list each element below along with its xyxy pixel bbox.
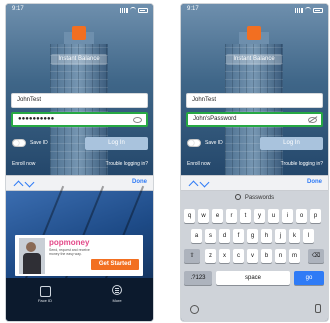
battery-icon (138, 7, 148, 13)
get-started-button[interactable]: Get Started (91, 259, 139, 270)
more-label[interactable]: More (105, 298, 129, 303)
ad-tagline: Send, request and receive money the easy… (49, 248, 90, 256)
trouble-logging-in-link[interactable]: Trouble logging in? (106, 161, 148, 167)
phone-left-login: 9:17 Instant Balance JohnTest ●●●●●●●●●●… (5, 3, 154, 322)
key-icon (234, 194, 241, 201)
status-bar: 9:17 (6, 4, 153, 16)
passwords-suggestion[interactable]: Passwords (245, 195, 274, 201)
key-f[interactable]: f (233, 229, 244, 243)
backspace-key[interactable]: ⌫ (308, 249, 324, 263)
instant-balance-button[interactable]: Instant Balance (51, 54, 107, 65)
key-p[interactable]: p (310, 209, 321, 223)
chevron-up-icon[interactable] (13, 180, 24, 191)
trouble-logging-in-link[interactable]: Trouble logging in? (281, 161, 323, 167)
password-masked-text: ●●●●●●●●●● (18, 116, 55, 122)
key-h[interactable]: h (261, 229, 272, 243)
key-b[interactable]: b (261, 249, 272, 263)
keyboard-accessory-bar: Done (6, 175, 153, 191)
save-id-label: Save ID (30, 140, 48, 146)
done-button[interactable]: Done (132, 179, 147, 185)
bank-logo (247, 26, 261, 40)
username-field[interactable]: JohnTest (186, 93, 323, 108)
key-l[interactable]: l (303, 229, 314, 243)
login-button[interactable]: Log In (85, 137, 148, 150)
ad-person-image (19, 238, 45, 274)
key-a[interactable]: a (191, 229, 202, 243)
ad-brand: popmoney (49, 238, 90, 247)
key-u[interactable]: u (268, 209, 279, 223)
key-r[interactable]: r (226, 209, 237, 223)
space-key[interactable]: space (216, 271, 290, 285)
password-field[interactable]: ●●●●●●●●●● (11, 112, 148, 127)
key-m[interactable]: m (289, 249, 300, 263)
key-e[interactable]: e (212, 209, 223, 223)
signal-icon (120, 7, 128, 13)
popmoney-ad[interactable]: popmoney Send, request and receive money… (15, 235, 143, 276)
save-id-toggle[interactable] (12, 139, 26, 147)
key-k[interactable]: k (289, 229, 300, 243)
enroll-link[interactable]: Enroll now (12, 161, 35, 167)
password-plain-text: John'sPassword (193, 116, 237, 122)
chevron-down-icon[interactable] (199, 177, 210, 188)
key-n[interactable]: n (275, 249, 286, 263)
username-field[interactable]: JohnTest (11, 93, 148, 108)
instant-balance-button[interactable]: Instant Balance (226, 54, 282, 65)
key-d[interactable]: d (219, 229, 230, 243)
key-v[interactable]: v (247, 249, 258, 263)
battery-icon (313, 7, 323, 13)
signal-icon (295, 7, 303, 13)
shift-icon: ⇧ (189, 253, 195, 259)
keyboard-accessory-bar: Done (181, 175, 328, 191)
wifi-icon (305, 7, 311, 13)
key-j[interactable]: j (275, 229, 286, 243)
backspace-icon: ⌫ (311, 253, 321, 259)
microphone-icon[interactable] (315, 304, 321, 313)
done-button[interactable]: Done (307, 179, 322, 185)
key-g[interactable]: g (247, 229, 258, 243)
key-y[interactable]: y (254, 209, 265, 223)
save-id-label: Save ID (205, 140, 223, 146)
password-field[interactable]: John'sPassword (186, 112, 323, 127)
status-time: 9:17 (187, 6, 199, 12)
key-x[interactable]: x (219, 249, 230, 263)
phone-right-login: 9:17 Instant Balance JohnTest John'sPass… (180, 3, 329, 322)
quicktype-bar[interactable]: Passwords (181, 191, 328, 205)
status-time: 9:17 (12, 6, 24, 12)
go-key[interactable]: go (294, 271, 324, 285)
emoji-icon[interactable] (190, 305, 199, 314)
key-t[interactable]: t (240, 209, 251, 223)
key-i[interactable]: i (282, 209, 293, 223)
bank-logo (72, 26, 86, 40)
eye-icon[interactable] (133, 117, 142, 123)
more-icon[interactable] (112, 285, 122, 295)
save-id-toggle[interactable] (187, 139, 201, 147)
face-id-icon[interactable] (40, 286, 51, 297)
key-w[interactable]: w (198, 209, 209, 223)
eye-slash-icon[interactable] (308, 117, 317, 123)
chevron-up-icon[interactable] (188, 180, 199, 191)
key-q[interactable]: q (184, 209, 195, 223)
numbers-key[interactable]: .?123 (184, 271, 212, 285)
key-z[interactable]: z (205, 249, 216, 263)
key-s[interactable]: s (205, 229, 216, 243)
key-c[interactable]: c (233, 249, 244, 263)
wifi-icon (130, 7, 136, 13)
bottom-nav: Face ID More (6, 278, 153, 321)
face-id-label[interactable]: Face ID (33, 298, 57, 303)
keyboard: Passwords q w e r t y u i o p a s d f g … (181, 191, 328, 321)
key-o[interactable]: o (296, 209, 307, 223)
status-bar: 9:17 (181, 4, 328, 16)
chevron-down-icon[interactable] (24, 177, 35, 188)
login-button[interactable]: Log In (260, 137, 323, 150)
enroll-link[interactable]: Enroll now (187, 161, 210, 167)
shift-key[interactable]: ⇧ (184, 249, 200, 263)
